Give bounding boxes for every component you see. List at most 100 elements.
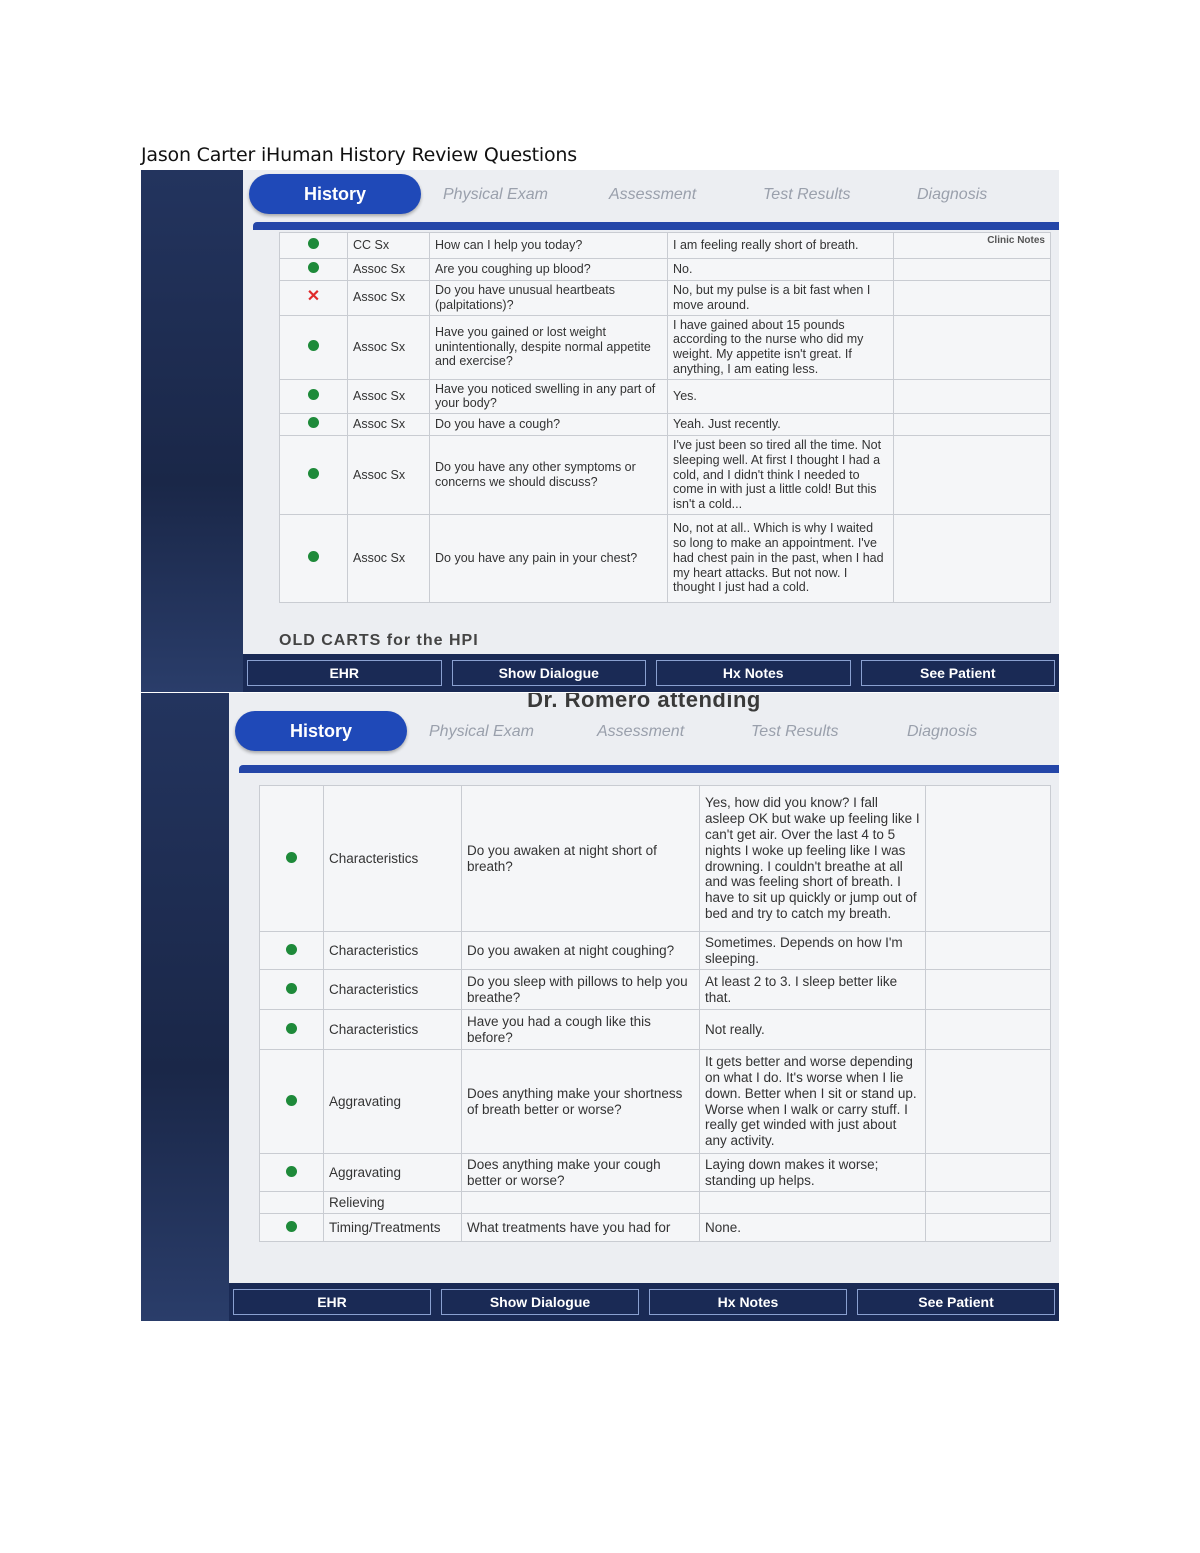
tab-history[interactable]: History [235, 711, 407, 751]
tab-history[interactable]: History [249, 174, 421, 214]
status-dot-icon [308, 238, 319, 250]
status-dot-icon [286, 851, 297, 863]
table-row: Assoc Sx Have you gained or lost weight u… [279, 314, 1051, 380]
category-cell: Characteristics [323, 785, 462, 932]
answer-cell: I have gained about 15 pounds according … [667, 314, 894, 380]
question-cell[interactable]: Does anything make your shortness of bre… [461, 1049, 700, 1154]
status-dot-icon [308, 339, 319, 351]
question-cell[interactable]: Do you have any pain in your chest? [429, 513, 668, 603]
screenshot-bottom: Dr. Romero attending History Physical Ex… [141, 693, 1059, 1321]
notes-cell[interactable] [925, 1153, 1051, 1192]
notes-cell[interactable] [893, 280, 1051, 316]
answer-cell: Laying down makes it worse; standing up … [699, 1153, 926, 1192]
answer-cell: None. [699, 1213, 926, 1242]
answer-cell: It gets better and worse depending on wh… [699, 1049, 926, 1154]
status-cell: ✕ [279, 280, 348, 316]
hx-notes-button[interactable]: Hx Notes [656, 660, 851, 686]
notes-cell[interactable] [925, 1213, 1051, 1242]
category-cell: Assoc Sx [347, 314, 430, 380]
see-patient-button[interactable]: See Patient [860, 660, 1055, 686]
tab-assessment[interactable]: Assessment [597, 723, 684, 741]
notes-cell[interactable] [925, 931, 1051, 970]
tab-bar: History Physical Exam Assessment Test Re… [235, 711, 1059, 759]
notes-cell[interactable] [893, 413, 1051, 436]
tab-test-results[interactable]: Test Results [763, 186, 850, 204]
tab-diagnosis[interactable]: Diagnosis [907, 723, 977, 741]
category-cell: Assoc Sx [347, 378, 430, 414]
question-cell[interactable]: Have you had a cough like this before? [461, 1009, 700, 1050]
see-patient-button[interactable]: See Patient [857, 1289, 1055, 1315]
notes-cell[interactable] [893, 513, 1051, 603]
notes-cell[interactable] [925, 1191, 1051, 1214]
status-cell [259, 1213, 324, 1242]
category-cell: Characteristics [323, 969, 462, 1010]
notes-cell[interactable] [925, 1009, 1051, 1050]
notes-cell[interactable]: Clinic Notes [893, 232, 1051, 259]
question-cell[interactable] [461, 1191, 700, 1214]
notes-cell[interactable] [925, 1049, 1051, 1154]
answer-cell: At least 2 to 3. I sleep better like tha… [699, 969, 926, 1010]
status-cell [259, 785, 324, 932]
question-cell[interactable]: Do you awaken at night coughing? [461, 931, 700, 970]
question-cell[interactable]: Do you sleep with pillows to help you br… [461, 969, 700, 1010]
question-cell[interactable]: What treatments have you had for [461, 1213, 700, 1242]
answer-cell: No, but my pulse is a bit fast when I mo… [667, 280, 894, 316]
status-cell [279, 378, 348, 414]
show-dialogue-button[interactable]: Show Dialogue [441, 1289, 639, 1315]
answer-cell: Sometimes. Depends on how I'm sleeping. [699, 931, 926, 970]
question-cell[interactable]: Do you have a cough? [429, 413, 668, 436]
question-cell[interactable]: Have you noticed swelling in any part of… [429, 378, 668, 414]
ehr-button[interactable]: EHR [247, 660, 442, 686]
tab-diagnosis[interactable]: Diagnosis [917, 186, 987, 204]
status-dot-icon [286, 1022, 297, 1034]
answer-cell: No. [667, 258, 894, 281]
tab-test-results[interactable]: Test Results [751, 723, 838, 741]
question-cell[interactable]: Do you have any other symptoms or concer… [429, 435, 668, 515]
status-x-icon: ✕ [306, 288, 321, 306]
table-row: Assoc Sx Do you have any pain in your che… [279, 513, 1051, 603]
question-cell[interactable]: Do you have unusual heartbeats (palpitat… [429, 280, 668, 316]
answer-cell [699, 1191, 926, 1214]
question-cell[interactable]: Have you gained or lost weight unintenti… [429, 314, 668, 380]
status-cell [279, 314, 348, 380]
header-bar [253, 222, 1059, 230]
status-dot-icon [286, 943, 297, 955]
category-cell: Assoc Sx [347, 280, 430, 316]
category-cell: Aggravating [323, 1049, 462, 1154]
notes-cell[interactable] [893, 435, 1051, 515]
notes-cell[interactable] [925, 969, 1051, 1010]
history-table-wrap: Characteristics Do you awaken at night sh… [259, 785, 1051, 1242]
footer-bar: EHR Show Dialogue Hx Notes See Patient [243, 654, 1059, 692]
background-edge [141, 170, 243, 692]
question-cell[interactable]: How can I help you today? [429, 232, 668, 259]
notes-cell[interactable] [893, 378, 1051, 414]
category-cell: Assoc Sx [347, 435, 430, 515]
tab-physical-exam[interactable]: Physical Exam [443, 186, 548, 204]
footer-bar: EHR Show Dialogue Hx Notes See Patient [229, 1283, 1059, 1321]
notes-cell[interactable] [893, 258, 1051, 281]
tab-assessment[interactable]: Assessment [609, 186, 696, 204]
question-cell[interactable]: Are you coughing up blood? [429, 258, 668, 281]
status-cell [279, 435, 348, 515]
question-cell[interactable]: Do you awaken at night short of breath? [461, 785, 700, 932]
document-title: Jason Carter iHuman History Review Quest… [141, 144, 577, 166]
hx-notes-button[interactable]: Hx Notes [649, 1289, 847, 1315]
app-screen: Dr. Romero attending History Physical Ex… [229, 693, 1059, 1321]
category-cell: Timing/Treatments [323, 1213, 462, 1242]
status-cell [259, 1191, 324, 1214]
answer-cell: Yeah. Just recently. [667, 413, 894, 436]
table-row: Characteristics Do you awaken at night co… [259, 931, 1051, 970]
show-dialogue-button[interactable]: Show Dialogue [451, 660, 646, 686]
question-cell[interactable]: Does anything make your cough better or … [461, 1153, 700, 1192]
status-cell [259, 931, 324, 970]
status-dot-icon [308, 388, 319, 400]
table-row: CC Sx How can I help you today? I am feeli… [279, 232, 1051, 259]
status-cell [259, 1153, 324, 1192]
table-row: Assoc Sx Do you have a cough? Yeah. Just r… [279, 413, 1051, 436]
notes-cell[interactable] [925, 785, 1051, 932]
ehr-button[interactable]: EHR [233, 1289, 431, 1315]
tab-physical-exam[interactable]: Physical Exam [429, 723, 534, 741]
notes-cell[interactable] [893, 314, 1051, 380]
status-dot-icon [308, 262, 319, 274]
clinic-notes-header: Clinic Notes [987, 235, 1045, 246]
